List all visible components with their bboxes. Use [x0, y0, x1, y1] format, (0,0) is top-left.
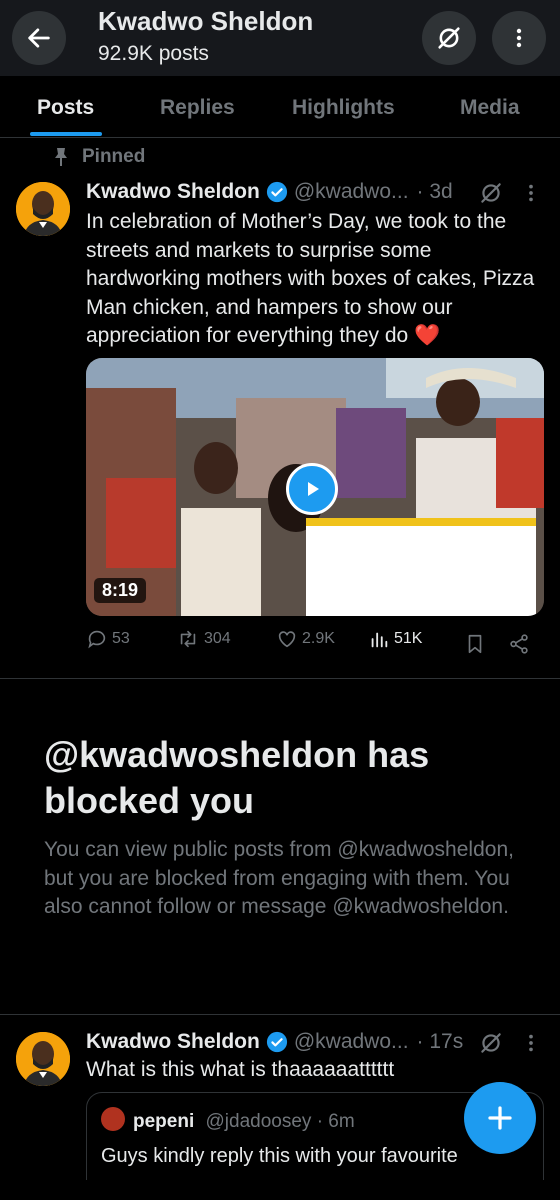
author-name[interactable]: Kwadwo Sheldon: [86, 1030, 260, 1054]
quote-author-handle: @jdadoosey · 6m: [205, 1111, 355, 1132]
like-button[interactable]: 2.9K: [276, 628, 335, 650]
reply-count: 53: [112, 630, 130, 647]
blocked-title: @kwadwosheldon has blocked you: [44, 734, 430, 821]
like-count: 2.9K: [302, 630, 335, 647]
verified-badge-icon: [266, 1031, 287, 1053]
author-handle[interactable]: @kwadwo...: [294, 1030, 409, 1054]
tab-highlights[interactable]: Highlights: [292, 96, 395, 120]
header-post-count: 92.9K posts: [98, 42, 209, 65]
blocked-description: You can view public posts from @kwadwosh…: [44, 838, 514, 918]
post-header: Kwadwo Sheldon @kwadwo... · 17s: [86, 1030, 463, 1054]
reply-icon: [88, 630, 106, 649]
quote-text: Guys kindly reply this with your favouri…: [101, 1145, 458, 1167]
profile-tabs: Posts Replies Highlights Media: [0, 76, 560, 138]
bottom-edge: [0, 1180, 560, 1200]
views-button[interactable]: 51K: [368, 628, 422, 650]
more-vertical-icon[interactable]: [520, 1030, 542, 1056]
grok-button[interactable]: [422, 11, 476, 65]
plus-icon: [488, 1106, 512, 1130]
views-chart-icon: [371, 632, 388, 648]
more-options-button[interactable]: [492, 11, 546, 65]
header-title: Kwadwo Sheldon: [98, 6, 314, 36]
post-text: What is this what is thaaaaaatttttt: [86, 1058, 395, 1081]
quote-author-name: pepeni: [133, 1111, 195, 1132]
avatar[interactable]: [16, 1032, 70, 1086]
author-handle[interactable]: @kwadwo...: [294, 180, 409, 204]
view-count: 51K: [394, 630, 423, 647]
active-tab-indicator: [30, 132, 102, 136]
play-icon: [308, 482, 319, 496]
post-text: In celebration of Mother’s Day, we took …: [86, 210, 535, 347]
avatar[interactable]: [16, 182, 70, 236]
avatar-image: [16, 182, 70, 236]
profile-header: Kwadwo Sheldon 92.9K posts: [0, 0, 560, 76]
divider: [0, 678, 560, 679]
back-button[interactable]: [12, 11, 66, 65]
play-button[interactable]: [286, 463, 338, 515]
post-header: Kwadwo Sheldon @kwadwo... · 3d: [86, 180, 453, 204]
share-icon[interactable]: [508, 632, 530, 656]
divider: [0, 1014, 560, 1015]
grok-icon: [438, 27, 460, 49]
grok-icon[interactable]: [478, 180, 504, 206]
back-arrow-icon: [28, 28, 50, 48]
grok-icon[interactable]: [478, 1030, 504, 1056]
post-time: · 3d: [416, 180, 453, 203]
more-vertical-icon[interactable]: [520, 180, 542, 206]
post-actions: 53 304 2.9K 51K: [0, 628, 560, 660]
post-time: · 17s: [416, 1030, 464, 1053]
repost-button[interactable]: 304: [176, 628, 231, 650]
more-vertical-icon: [516, 28, 522, 48]
pinned-label: Pinned: [82, 146, 146, 167]
pinned-indicator: Pinned: [52, 146, 145, 168]
verified-badge-icon: [266, 181, 287, 203]
pin-icon: [55, 148, 67, 166]
author-name[interactable]: Kwadwo Sheldon: [86, 180, 260, 204]
avatar-image: [16, 1032, 70, 1086]
quote-avatar: [101, 1107, 125, 1131]
heart-icon: [278, 631, 296, 648]
tab-posts[interactable]: Posts: [37, 96, 94, 120]
bookmark-icon[interactable]: [464, 632, 486, 656]
reply-button[interactable]: 53: [86, 628, 130, 650]
tab-replies[interactable]: Replies: [160, 96, 235, 120]
tab-media[interactable]: Media: [460, 96, 520, 120]
video-duration: 8:19: [94, 578, 147, 603]
repost-icon: [180, 630, 196, 648]
compose-post-button[interactable]: [464, 1082, 536, 1154]
repost-count: 304: [204, 630, 231, 647]
quote-header: pepeni @jdadoosey · 6m: [133, 1111, 355, 1133]
